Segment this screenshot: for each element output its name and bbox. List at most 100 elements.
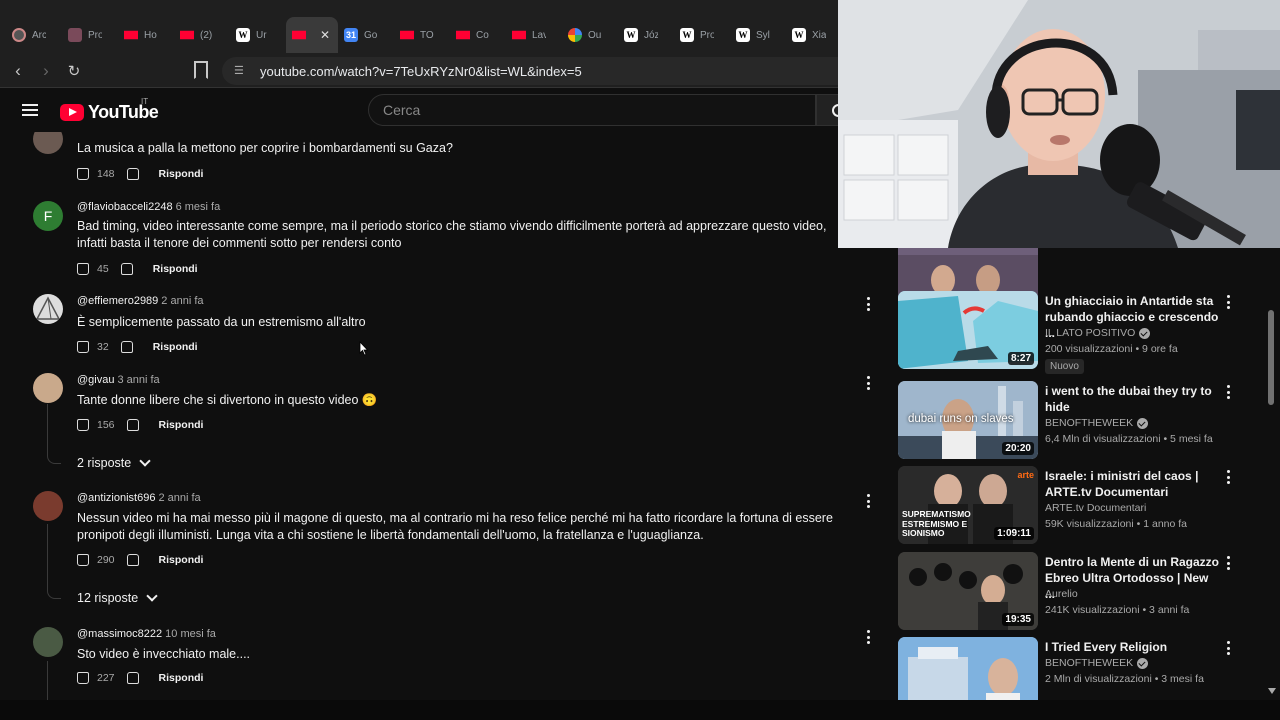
video-title[interactable]: Israele: i ministri del caos | ARTE.tv D… [1045,468,1220,500]
back-icon[interactable]: ‹ [6,59,30,83]
like-icon[interactable] [77,672,89,684]
video-title[interactable]: I Tried Every Religion [1045,639,1220,655]
reply-button[interactable]: Rispondi [153,341,198,353]
author-handle[interactable]: @antizionist696 [77,492,155,504]
channel-name[interactable]: BENOFTHEWEEK [1045,657,1149,669]
avatar[interactable]: F [33,201,63,231]
author-handle[interactable]: @flaviobacceli2248 [77,201,173,213]
browser-tab[interactable]: Pro [62,17,118,53]
reload-icon[interactable]: ↻ [62,59,86,83]
browser-tab[interactable]: Ho [118,17,174,53]
browser-tab[interactable]: Co [450,17,506,53]
browser-tab[interactable]: Lav [506,17,562,53]
recommended-video[interactable]: I Tried Every Religion BENOFTHEWEEK 2 Mln … [895,637,1250,700]
search-input[interactable]: Cerca [368,94,816,126]
comment-author[interactable]: @givau 3 anni fa [77,374,160,386]
video-title[interactable]: i went to the dubai they try to hide [1045,383,1220,415]
dislike-icon[interactable] [126,168,139,180]
comment-time[interactable]: 6 mesi fa [176,201,221,213]
browser-tab[interactable]: W Józ [618,17,674,53]
browser-tab[interactable]: Arc [6,17,62,53]
like-icon[interactable] [77,554,89,566]
channel-name[interactable]: BENOFTHEWEEK [1045,417,1149,429]
browser-tab[interactable]: W Ur [230,17,286,53]
site-settings-icon[interactable]: ☰ [234,64,248,78]
more-options-icon[interactable] [865,630,871,646]
close-tab-icon[interactable]: ✕ [320,28,330,42]
like-icon[interactable] [77,419,89,431]
reply-thread-line [47,404,61,464]
thumbnail-overlay-text: SUPREMATISMO ESTREMISMO E SIONISMO [902,509,971,538]
menu-icon[interactable] [22,104,38,116]
like-icon[interactable] [77,341,89,353]
more-options-icon[interactable] [1225,470,1231,486]
comment-author[interactable]: @antizionist696 2 anni fa [77,492,201,504]
dislike-icon[interactable] [126,554,139,566]
tab-label: Ho [144,29,157,41]
avatar[interactable] [33,627,63,657]
more-options-icon[interactable] [1225,556,1231,572]
browser-tab[interactable]: TO [394,17,450,53]
recommended-video[interactable]: dubai runs on slaves 20:20 i went to the d… [895,381,1250,461]
author-handle[interactable]: @effiemero2989 [77,295,158,307]
video-thumbnail[interactable] [898,637,1038,700]
dislike-icon[interactable] [120,341,133,353]
dislike-icon[interactable] [120,263,133,275]
reply-button[interactable]: Rispondi [159,672,204,684]
dislike-icon[interactable] [126,672,139,684]
comment-time[interactable]: 10 mesi fa [165,628,216,640]
video-thumbnail[interactable]: SUPREMATISMO ESTREMISMO E SIONISMO arte 1:… [898,466,1038,544]
avatar[interactable] [33,294,63,324]
avatar[interactable] [33,132,63,154]
more-options-icon[interactable] [865,494,871,510]
dislike-icon[interactable] [126,419,139,431]
browser-tab[interactable]: W Syl [730,17,786,53]
scrollbar-thumb[interactable] [1268,310,1274,405]
recommended-video[interactable]: 19:35 Dentro la Mente di un Ragazzo Ebreo… [895,552,1250,632]
reply-button[interactable]: Rispondi [159,419,204,431]
channel-label: Aurelio [1045,588,1078,600]
comment-author[interactable]: @effiemero2989 2 anni fa [77,295,204,307]
video-thumbnail[interactable]: dubai runs on slaves 20:20 [898,381,1038,459]
author-handle[interactable]: @massimoc8222 [77,628,162,640]
comment-author[interactable]: @flaviobacceli2248 6 mesi fa [77,201,220,213]
avatar[interactable] [33,491,63,521]
comment-time[interactable]: 2 anni fa [161,295,203,307]
avatar[interactable] [33,373,63,403]
recommended-video[interactable]: SUPREMATISMO ESTREMISMO E SIONISMO arte 1:… [895,466,1250,546]
more-options-icon[interactable] [1225,641,1231,657]
more-options-icon[interactable] [865,297,871,313]
browser-tab[interactable]: (2) [174,17,230,53]
video-thumbnail[interactable]: 19:35 [898,552,1038,630]
browser-tab[interactable]: Ou [562,17,618,53]
tab-label: Arc [32,29,46,41]
channel-name[interactable]: Aurelio [1045,588,1078,600]
more-options-icon[interactable] [1225,295,1231,311]
reply-button[interactable]: Rispondi [159,554,204,566]
show-replies-button[interactable]: 12 risposte [77,590,158,605]
channel-name[interactable]: ARTE.tv Documentari [1045,502,1146,514]
scroll-down-icon[interactable] [1268,688,1276,694]
reply-button[interactable]: Rispondi [153,263,198,275]
recommended-video[interactable]: 8:27 Un ghiacciaio in Antartide sta ruban… [895,291,1250,374]
comment-author[interactable]: @massimoc8222 10 mesi fa [77,628,216,640]
comment-time[interactable]: 3 anni fa [117,374,159,386]
comment-time[interactable]: 2 anni fa [158,492,200,504]
more-options-icon[interactable] [865,376,871,392]
like-icon[interactable] [77,168,89,180]
browser-tab[interactable]: 31 Go [338,17,394,53]
forward-icon[interactable]: › [34,59,58,83]
more-options-icon[interactable] [1225,385,1231,401]
video-thumbnail[interactable]: 8:27 [898,291,1038,369]
bookmark-icon[interactable] [194,61,208,79]
comment-author[interactable] [77,132,80,138]
reply-button[interactable]: Rispondi [159,168,204,180]
channel-name[interactable]: IL LATO POSITIVO [1045,327,1151,339]
browser-tab[interactable]: W Pro [674,17,730,53]
address-bar[interactable]: ☰ youtube.com/watch?v=7TeUxRYzNr0&list=W… [222,57,862,85]
show-replies-button[interactable]: 2 risposte [77,455,151,470]
like-icon[interactable] [77,263,89,275]
browser-tab[interactable]: W Xia [786,17,842,53]
browser-tab[interactable]: ✕ [286,17,338,53]
author-handle[interactable]: @givau [77,374,114,386]
